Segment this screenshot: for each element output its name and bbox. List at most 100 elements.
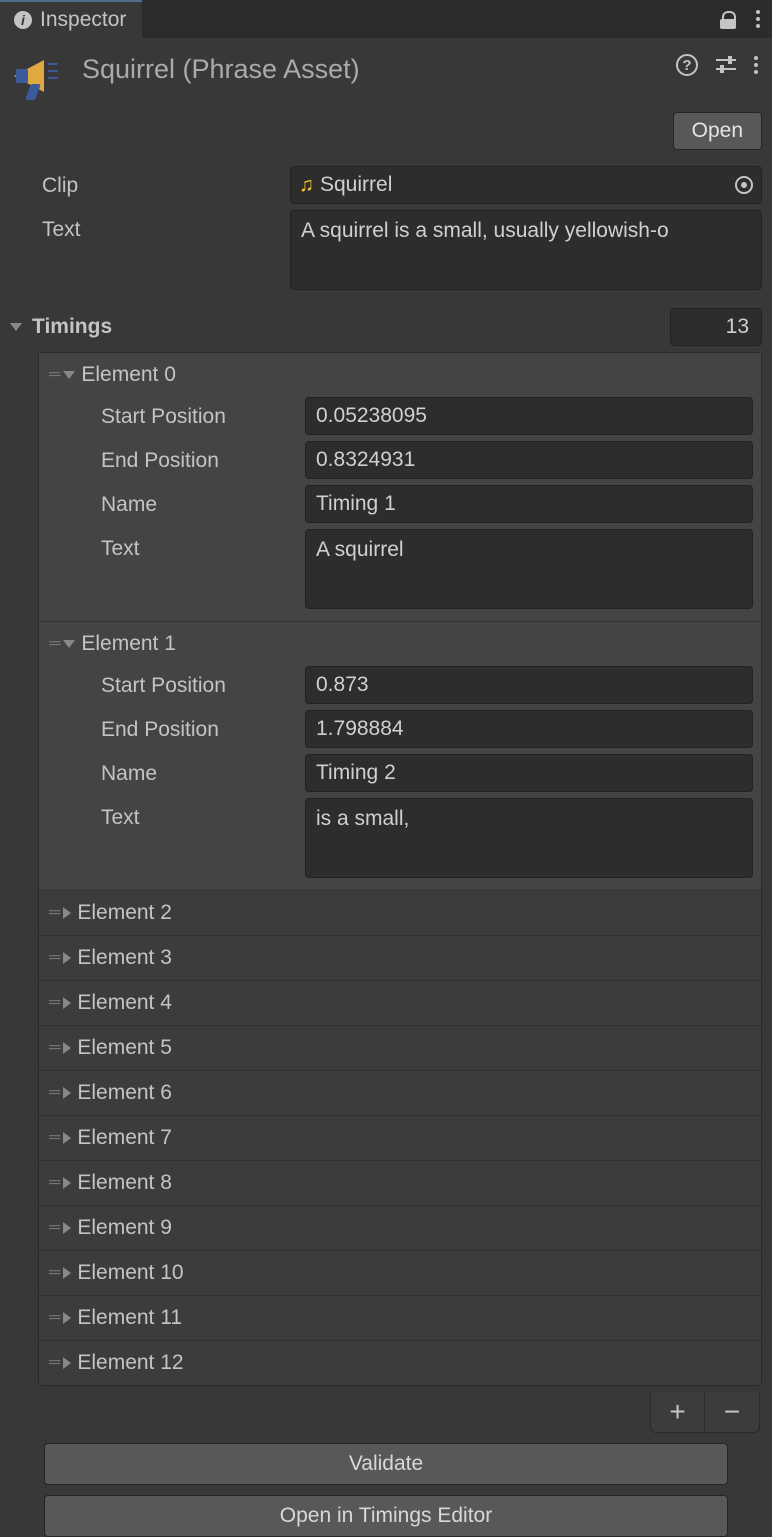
end-position-field[interactable] — [305, 710, 753, 748]
end-position-field[interactable] — [305, 441, 753, 479]
element-header[interactable]: ═ Element 0 — [39, 353, 761, 397]
drag-handle-icon[interactable]: ═ — [49, 366, 57, 384]
element-header[interactable]: ═Element 11 — [39, 1296, 761, 1340]
element-label: Element 12 — [77, 1351, 183, 1375]
drag-handle-icon[interactable]: ═ — [49, 904, 57, 922]
element-label: Element 4 — [77, 991, 172, 1015]
element-header[interactable]: ═ Element 2 — [39, 891, 761, 935]
foldout-icon — [63, 952, 71, 964]
list-size-buttons: + − — [650, 1392, 760, 1433]
clip-field[interactable]: ♫ Squirrel — [290, 166, 762, 204]
text-label: Text — [47, 529, 305, 569]
drag-handle-icon[interactable]: ═ — [49, 1309, 57, 1327]
foldout-icon — [63, 1357, 71, 1369]
timings-element: ═ Element 3 — [39, 935, 761, 980]
drag-handle-icon[interactable]: ═ — [49, 1174, 57, 1192]
element-label: Element 7 — [77, 1126, 172, 1150]
tab-bar: i Inspector — [0, 0, 772, 38]
presets-icon[interactable] — [716, 56, 736, 74]
timings-element: ═ Element 2 — [39, 890, 761, 935]
drag-handle-icon[interactable]: ═ — [49, 994, 57, 1012]
foldout-icon — [63, 1267, 71, 1279]
element-label: Element 6 — [77, 1081, 172, 1105]
name-label: Name — [47, 754, 305, 794]
timings-element: ═ Element 5 — [39, 1025, 761, 1070]
text-label: Text — [10, 210, 290, 250]
drag-handle-icon[interactable]: ═ — [49, 1039, 57, 1057]
timings-element: ═ Element 12 — [39, 1340, 761, 1385]
timings-element: ═ Element 9 — [39, 1205, 761, 1250]
open-button[interactable]: Open — [673, 112, 762, 150]
remove-button[interactable]: − — [705, 1392, 759, 1432]
start-position-label: Start Position — [47, 397, 305, 437]
text-label: Text — [47, 798, 305, 838]
element-header[interactable]: ═ Element 5 — [39, 1026, 761, 1070]
timings-header[interactable]: Timings 13 — [10, 308, 762, 346]
help-icon[interactable]: ? — [676, 54, 698, 76]
element-body: Start PositionEnd PositionNameTextis a s… — [39, 666, 761, 890]
tab-label: Inspector — [40, 8, 126, 32]
start-position-field[interactable] — [305, 397, 753, 435]
element-header[interactable]: ═ Element 1 — [39, 622, 761, 666]
timings-count[interactable]: 13 — [670, 308, 762, 346]
end-position-label: End Position — [47, 710, 305, 750]
text-field[interactable]: A squirrel — [305, 529, 753, 609]
text-field[interactable]: A squirrel is a small, usually yellowish… — [290, 210, 762, 290]
add-button[interactable]: + — [651, 1392, 705, 1432]
drag-handle-icon[interactable]: ═ — [49, 1219, 57, 1237]
lock-icon[interactable] — [718, 9, 738, 29]
foldout-icon — [63, 907, 71, 919]
timings-element: ═ Element 4 — [39, 980, 761, 1025]
tab-inspector[interactable]: i Inspector — [0, 0, 142, 38]
timings-element: ═Element 10 — [39, 1250, 761, 1295]
name-label: Name — [47, 485, 305, 525]
tab-bar-right — [142, 0, 772, 38]
asset-title: Squirrel (Phrase Asset) — [82, 50, 360, 85]
element-label: Element 3 — [77, 946, 172, 970]
foldout-icon — [63, 1177, 71, 1189]
drag-handle-icon[interactable]: ═ — [49, 949, 57, 967]
menu-icon[interactable] — [756, 10, 760, 28]
clip-label: Clip — [10, 166, 290, 206]
header-icons: ? — [676, 54, 758, 76]
name-field[interactable] — [305, 754, 753, 792]
drag-handle-icon[interactable]: ═ — [49, 1129, 57, 1147]
start-position-label: Start Position — [47, 666, 305, 706]
element-label: Element 0 — [81, 363, 176, 387]
element-header[interactable]: ═ Element 6 — [39, 1071, 761, 1115]
timings-element: ═ Element 0 Start PositionEnd PositionName… — [39, 353, 761, 621]
drag-handle-icon[interactable]: ═ — [49, 1084, 57, 1102]
asset-header: Squirrel (Phrase Asset) ? — [0, 38, 772, 112]
timings-element: ═ Element 8 — [39, 1160, 761, 1205]
foldout-icon — [63, 997, 71, 1009]
element-header[interactable]: ═Element 10 — [39, 1251, 761, 1295]
end-position-label: End Position — [47, 441, 305, 481]
menu-icon[interactable] — [754, 56, 758, 74]
start-position-field[interactable] — [305, 666, 753, 704]
drag-handle-icon[interactable]: ═ — [49, 635, 57, 653]
element-header[interactable]: ═ Element 7 — [39, 1116, 761, 1160]
foldout-icon — [63, 1312, 71, 1324]
foldout-icon — [63, 1087, 71, 1099]
element-header[interactable]: ═ Element 4 — [39, 981, 761, 1025]
element-label: Element 5 — [77, 1036, 172, 1060]
foldout-icon — [63, 1042, 71, 1054]
audio-icon: ♫ — [299, 174, 314, 197]
element-label: Element 9 — [77, 1216, 172, 1240]
element-header[interactable]: ═ Element 12 — [39, 1341, 761, 1385]
element-label: Element 8 — [77, 1171, 172, 1195]
element-header[interactable]: ═ Element 8 — [39, 1161, 761, 1205]
element-header[interactable]: ═ Element 9 — [39, 1206, 761, 1250]
element-header[interactable]: ═ Element 3 — [39, 936, 761, 980]
text-field[interactable]: is a small, — [305, 798, 753, 878]
name-field[interactable] — [305, 485, 753, 523]
drag-handle-icon[interactable]: ═ — [49, 1354, 57, 1372]
validate-button[interactable]: Validate — [44, 1443, 728, 1485]
timings-list: ═Element 0Start PositionEnd PositionName… — [38, 352, 762, 1386]
element-label: Element 1 — [81, 632, 176, 656]
element-label: Element 2 — [77, 901, 172, 925]
object-picker-icon[interactable] — [735, 176, 753, 194]
open-timings-editor-button[interactable]: Open in Timings Editor — [44, 1495, 728, 1537]
drag-handle-icon[interactable]: ═ — [49, 1264, 57, 1282]
foldout-icon — [63, 371, 75, 379]
